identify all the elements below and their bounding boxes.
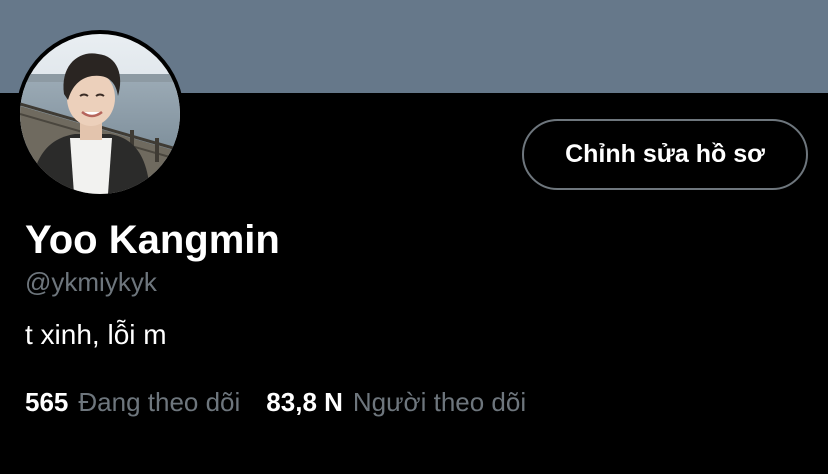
display-name: Yoo Kangmin [25,218,280,262]
profile-bio: t xinh, lỗi m [25,319,167,350]
avatar-photo [20,34,180,194]
following-count: 565 [25,386,69,417]
follow-stats: 565 Đang theo dõi 83,8 N Người theo dõi [25,384,526,420]
edit-profile-button[interactable]: Chỉnh sửa hồ sơ [522,119,808,190]
profile-avatar[interactable] [16,30,184,198]
followers-stat-link[interactable]: 83,8 N Người theo dõi [266,387,526,418]
username-handle: @ykmiykyk [25,267,157,297]
profile-page: Chỉnh sửa hồ sơ Yoo Kangmin @ykmiykyk t … [0,0,828,474]
followers-label: Người theo dõi [352,386,527,417]
following-label: Đang theo dõi [78,386,241,417]
following-stat-link[interactable]: 565 Đang theo dõi [25,387,240,418]
followers-count: 83,8 N [266,386,343,417]
